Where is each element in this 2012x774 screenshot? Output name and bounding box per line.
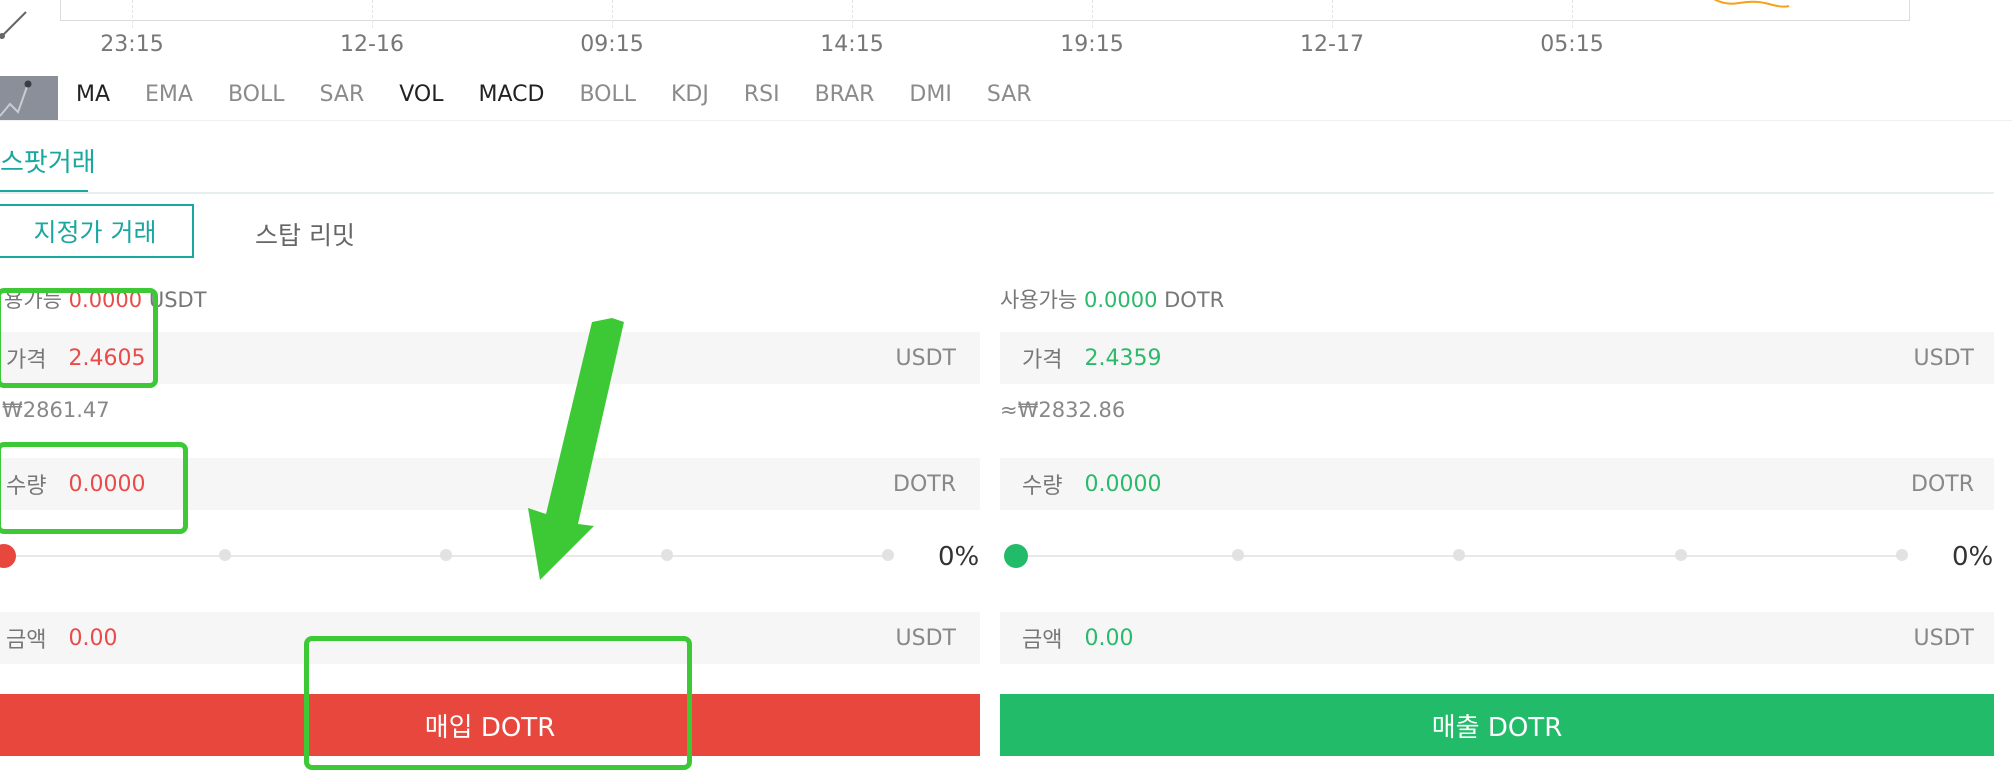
time-label: 12-16 [340,32,404,57]
time-label: 19:15 [1060,32,1124,57]
draw-polyline-tool[interactable] [0,76,58,120]
time-label: 14:15 [820,32,884,57]
indicator-ma[interactable]: MA [76,82,110,112]
indicator-dmi[interactable]: DMI [909,82,951,112]
indicator-brar[interactable]: BRAR [815,82,875,112]
available-label: 사용가능 [1000,288,1078,312]
sell-quantity-field[interactable]: 수량 0.0000 DOTR [1000,458,1994,510]
indicator-ema[interactable]: EMA [145,82,193,112]
slider-handle[interactable] [0,544,16,568]
price-unit: USDT [895,345,956,371]
slider-step-dot[interactable] [1896,549,1908,561]
quantity-unit: DOTR [1911,471,1974,497]
time-label: 12-17 [1300,32,1364,57]
available-unit: DOTR [1164,288,1225,312]
highlight-quantity [0,442,188,534]
slider-step-dot[interactable] [1453,549,1465,561]
slider-step-dot[interactable] [1674,549,1687,561]
time-grid-line [132,0,133,28]
buy-percent-value: 0% [938,542,980,572]
amount-unit: USDT [1913,625,1974,651]
tab-divider [0,192,1994,194]
buy-amount-input[interactable]: 0.00 [68,626,117,651]
limit-order-button[interactable]: 지정가 거래 [0,204,194,258]
time-label: 05:15 [1540,32,1604,57]
price-unit: USDT [1913,345,1974,371]
indicator-boll[interactable]: BOLL [579,82,636,112]
tab-spot-trading[interactable]: 스팟거래 [0,142,96,179]
annotation-arrow-icon [528,318,624,580]
sell-button[interactable]: 매출 DOTR [1000,694,1994,756]
indicator-kdj[interactable]: KDJ [671,82,709,112]
kline-chart-area[interactable] [60,0,1910,21]
sell-percent-value: 0% [1952,542,1994,572]
sell-amount-field[interactable]: 금액 0.00 USDT [1000,612,1994,664]
buy-percent-slider[interactable] [0,539,894,573]
indicator-vol[interactable]: VOL [399,82,443,112]
highlight-price [0,288,158,388]
time-grid-line [372,0,373,28]
indicator-sar[interactable]: SAR [320,82,365,112]
time-grid-line [612,0,613,28]
time-label: 09:15 [580,32,644,57]
quantity-label: 수량 [1022,474,1063,499]
slider-step-dot[interactable] [1231,549,1244,561]
slider-step-dot[interactable] [661,549,673,561]
quantity-unit: DOTR [893,471,956,497]
time-grid-line [1332,0,1333,28]
sell-available: 사용가능 0.0000 DOTR [1000,284,1224,314]
amount-unit: USDT [895,625,956,651]
indicator-macd[interactable]: MACD [478,82,544,112]
time-grid-line [852,0,853,28]
price-line [1713,0,1790,8]
sell-krw-approx: ≈₩2832.86 [1000,398,1126,422]
price-label: 가격 [1022,348,1063,373]
line-draw-icon [0,11,27,39]
available-value: 0.0000 [1083,288,1158,312]
time-grid-line [1092,0,1093,28]
slider-step-dot[interactable] [219,549,231,561]
sell-percent-slider[interactable] [1004,539,1908,573]
sell-price-input[interactable]: 2.4359 [1084,346,1161,371]
sell-amount-input[interactable]: 0.00 [1084,626,1133,651]
time-label: 23:15 [100,32,164,57]
indicator-boll[interactable]: BOLL [228,82,285,112]
slider-handle[interactable] [1004,544,1028,568]
indicator-bar: MA EMA BOLL SAR VOL MACD BOLL KDJ RSI BRAR DMI SAR [76,82,1067,112]
stop-limit-button[interactable]: 스탑 리밋 [255,216,355,252]
indicator-sar[interactable]: SAR [987,82,1032,112]
sell-quantity-input[interactable]: 0.0000 [1084,472,1161,497]
divider [0,120,2012,121]
slider-step-dot[interactable] [440,549,452,561]
polyline-draw-icon [0,80,32,117]
amount-label: 금액 [1022,628,1063,653]
draw-line-tool[interactable] [0,0,58,72]
highlight-buy-button [304,636,692,770]
buy-krw-approx: ₩2861.47 [2,398,110,422]
indicator-rsi[interactable]: RSI [744,82,780,112]
slider-step-dot[interactable] [882,549,894,561]
sell-price-field[interactable]: 가격 2.4359 USDT [1000,332,1994,384]
time-grid-line [1572,0,1573,28]
amount-label: 금액 [6,628,47,653]
